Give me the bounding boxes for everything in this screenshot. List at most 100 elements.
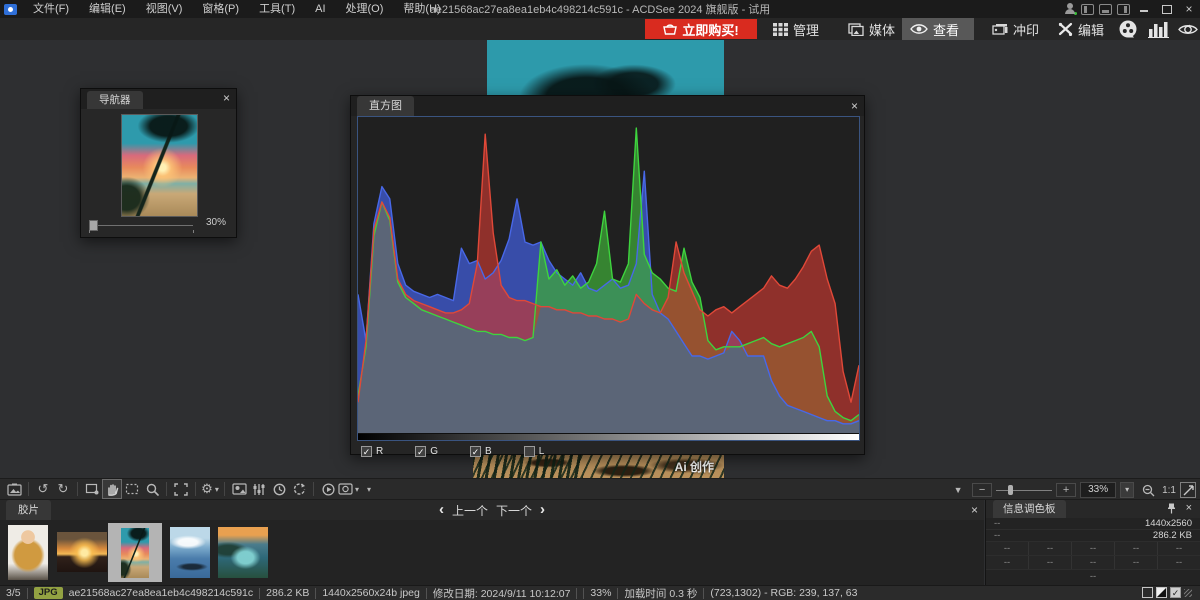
- resize-grip[interactable]: [1184, 589, 1192, 597]
- auto-lens-button[interactable]: [1178, 18, 1198, 40]
- next-button[interactable]: 下一个: [496, 502, 532, 519]
- eye-icon: [910, 23, 928, 35]
- zoom-in-button[interactable]: +: [1056, 483, 1076, 497]
- navigator-zoom-slider[interactable]: [89, 219, 199, 231]
- title-bar: 文件(F) 编辑(E) 视图(V) 窗格(P) 工具(T) AI 处理(O) 帮…: [0, 0, 1200, 18]
- previous-button[interactable]: 上一个: [452, 502, 488, 519]
- menu-edit[interactable]: 编辑(E): [79, 0, 136, 18]
- auto-advance-button[interactable]: [269, 479, 289, 499]
- info-label: --: [994, 530, 1000, 541]
- ratio-1-1-button[interactable]: 1:1: [1162, 485, 1176, 496]
- mode-toolbar: 立即购买! 管理 媒体 查看 冲印 编辑: [0, 18, 1200, 40]
- minimize-button[interactable]: [1138, 3, 1152, 15]
- zoom-slider[interactable]: [996, 485, 1052, 495]
- layout-3-icon[interactable]: [1117, 4, 1130, 15]
- slider-track[interactable]: [89, 225, 193, 226]
- thumbnail-lake-mountains[interactable]: [170, 527, 210, 578]
- status-bar: 3/5 JPG ae21568ac27ea8ea1eb4c498214c591c…: [0, 585, 1200, 600]
- zoom-out-button[interactable]: −: [972, 483, 992, 497]
- menu-ai[interactable]: AI: [305, 0, 335, 18]
- zoom-value-field[interactable]: 33%: [1080, 482, 1116, 498]
- close-button[interactable]: ×: [1182, 3, 1196, 15]
- select-tool-button[interactable]: [122, 479, 142, 499]
- info-panel-title: 信息调色板: [993, 500, 1066, 518]
- zoom-dropdown-button[interactable]: ▾: [1120, 482, 1134, 498]
- channel-r-checkbox[interactable]: ✓ R: [361, 446, 383, 457]
- histogram-toggle-button[interactable]: [1148, 18, 1170, 40]
- layout-1-icon[interactable]: [1081, 4, 1094, 15]
- channel-g-checkbox[interactable]: ✓ G: [415, 446, 438, 457]
- filmstrip-close-icon[interactable]: ×: [971, 503, 978, 517]
- crop-tool-button[interactable]: [82, 479, 102, 499]
- thumbnail-portrait-woman[interactable]: [8, 525, 48, 580]
- maximize-button[interactable]: [1160, 3, 1174, 15]
- pin-icon[interactable]: [1167, 503, 1176, 517]
- rotate-left-button[interactable]: ↺: [33, 479, 53, 499]
- option-checkbox-icon[interactable]: ✓: [1170, 587, 1181, 598]
- rotate-right-button[interactable]: ↻: [53, 479, 73, 499]
- pan-tool-button[interactable]: [102, 479, 122, 499]
- navigator-header[interactable]: 导航器 ×: [81, 89, 236, 109]
- print-icon: [992, 23, 1008, 36]
- filmstrip-header: 胶片 ‹ 上一个 下一个 › ×: [0, 500, 984, 520]
- mode-media[interactable]: 媒体: [840, 18, 903, 40]
- slideshow-button[interactable]: [318, 479, 338, 499]
- menu-view[interactable]: 视图(V): [136, 0, 193, 18]
- menu-process[interactable]: 处理(O): [336, 0, 394, 18]
- mode-view[interactable]: 查看: [902, 18, 974, 40]
- histogram-close-icon[interactable]: ×: [851, 99, 858, 113]
- histogram-title: 直方图: [357, 96, 414, 116]
- menu-file[interactable]: 文件(F): [23, 0, 79, 18]
- layout-2-icon[interactable]: [1099, 4, 1112, 15]
- menu-panes[interactable]: 窗格(P): [192, 0, 249, 18]
- account-icon[interactable]: [1064, 3, 1076, 15]
- gear-icon: ⚙: [201, 481, 213, 497]
- filter-adjust-button[interactable]: [249, 479, 269, 499]
- thumbnail-waterfall-coast[interactable]: [218, 527, 268, 578]
- external-editor-button[interactable]: [4, 479, 24, 499]
- actual-size-button[interactable]: [1138, 480, 1158, 500]
- checkbox-checked-icon: ✓: [415, 446, 426, 457]
- sync-view-button[interactable]: [289, 479, 309, 499]
- slider-handle[interactable]: [89, 220, 98, 231]
- mode-view-label: 查看: [933, 20, 959, 39]
- display-settings-button[interactable]: ⚙ ▾: [200, 479, 220, 499]
- histogram-header[interactable]: 直方图 ×: [351, 96, 864, 116]
- menu-help[interactable]: 帮助(H): [393, 0, 450, 18]
- thumbnail-selected-frame[interactable]: [108, 523, 162, 582]
- background-plain-icon[interactable]: [1142, 587, 1153, 598]
- toolbar-overflow[interactable]: ▾: [359, 479, 379, 499]
- eye-sync-icon: [1178, 22, 1198, 37]
- channel-l-checkbox[interactable]: L: [524, 446, 545, 457]
- channel-g-label: G: [430, 446, 438, 457]
- mode-print[interactable]: 冲印: [984, 18, 1047, 40]
- face-detect-button[interactable]: ▾: [338, 479, 359, 499]
- zoom-menu-button[interactable]: ▼: [948, 480, 968, 500]
- info-panel-close-icon[interactable]: ×: [1186, 502, 1192, 514]
- filmstrip-nav: ‹ 上一个 下一个 ›: [0, 500, 984, 520]
- info-cell: --: [1029, 556, 1072, 569]
- fit-image-button[interactable]: [171, 479, 191, 499]
- online-status-dot: [1073, 11, 1078, 16]
- navigator-thumbnail[interactable]: [121, 114, 198, 217]
- menu-tools[interactable]: 工具(T): [249, 0, 305, 18]
- thumbnail-sunset-landscape[interactable]: [57, 532, 107, 572]
- navigator-panel: 导航器 × 30%: [80, 88, 237, 238]
- previous-arrow-icon[interactable]: ‹: [439, 501, 444, 519]
- plus-icon: +: [1063, 484, 1069, 496]
- exposure-warning-button[interactable]: [229, 479, 249, 499]
- info-row-filesize: -- 286.2 KB: [986, 530, 1200, 542]
- buy-now-button[interactable]: 立即购买!: [645, 19, 757, 39]
- zoom-slider-handle[interactable]: [1008, 485, 1013, 495]
- film-reel-button[interactable]: [1118, 18, 1138, 40]
- fit-window-button[interactable]: [1180, 482, 1196, 498]
- next-arrow-icon[interactable]: ›: [540, 501, 545, 519]
- mode-manage[interactable]: 管理: [765, 18, 827, 40]
- thumbnail-palm-beach[interactable]: [121, 528, 149, 578]
- channel-b-checkbox[interactable]: ✓ B: [470, 446, 492, 457]
- mode-edit[interactable]: 编辑: [1050, 18, 1112, 40]
- navigator-close-icon[interactable]: ×: [223, 91, 230, 105]
- bar-chart-icon: [1148, 21, 1170, 38]
- zoom-tool-button[interactable]: [142, 479, 162, 499]
- background-contrast-icon[interactable]: [1156, 587, 1167, 598]
